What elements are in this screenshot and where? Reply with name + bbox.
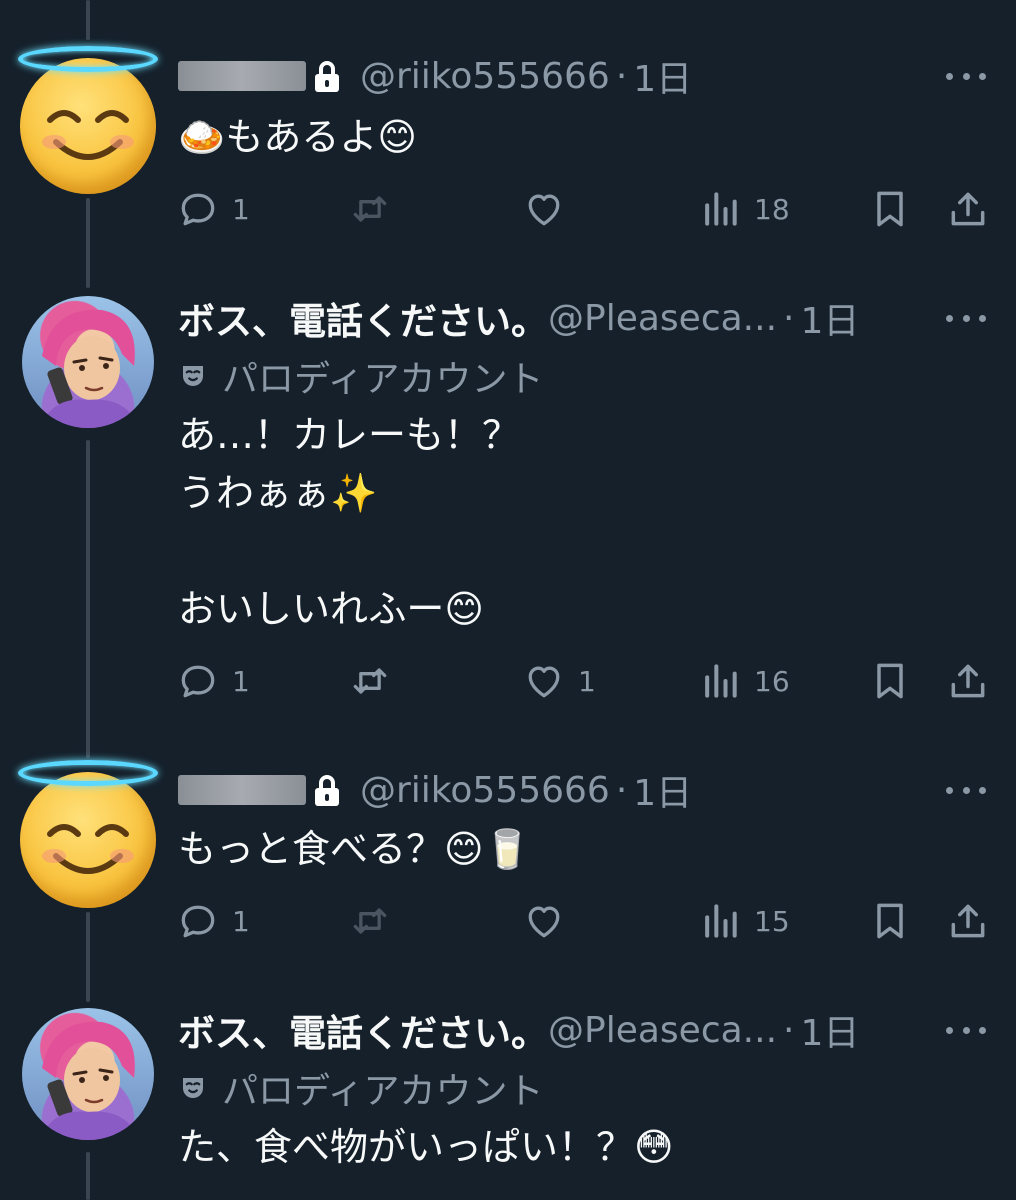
tweet-header: ボス、電話ください。 @Pleaseca... · 1日 — [178, 1003, 1016, 1057]
more-options-icon[interactable] — [946, 1010, 986, 1050]
separator-dot: · — [783, 1009, 795, 1051]
avatar[interactable] — [22, 1008, 154, 1140]
parody-badge: パロディアカウント — [178, 1064, 543, 1112]
tweet[interactable]: ボス、電話ください。 @Pleaseca... · 1日 パロディアカウント た… — [0, 0, 1016, 1200]
tweet-text: た、食べ物がいっぱい！？😳 — [178, 1125, 674, 1169]
character-portrait-icon — [40, 1021, 140, 1140]
display-name[interactable]: ボス、電話ください。 — [178, 1003, 548, 1057]
timestamp[interactable]: 1日 — [800, 1004, 859, 1056]
user-handle[interactable]: @Pleaseca... — [548, 1010, 777, 1051]
badge-label: パロディアカウント — [222, 1071, 544, 1112]
mask-icon — [183, 1078, 203, 1098]
